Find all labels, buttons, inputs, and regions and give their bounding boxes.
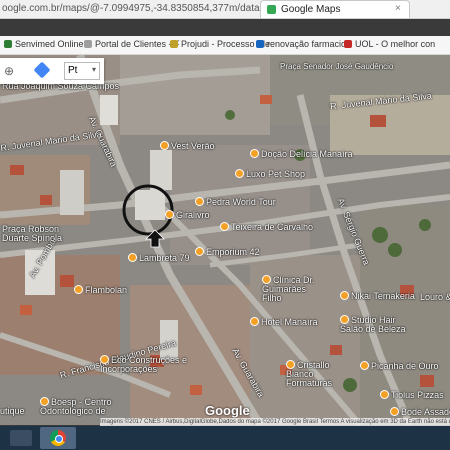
map-pin-icon: [74, 285, 83, 294]
map-pin-icon: [220, 222, 229, 231]
place-label[interactable]: Tiolus Pizzas: [380, 390, 444, 400]
bookmarks-bar: Senvimed Online Portal de Clientes - F P…: [0, 36, 450, 55]
tab-title: Google Maps: [281, 4, 341, 15]
map-pin-icon: [360, 361, 369, 370]
map-pin-icon: [195, 247, 204, 256]
place-label[interactable]: Nikai Temakeria: [340, 291, 415, 301]
map-pin-icon: [380, 390, 389, 399]
google-maps-icon: [267, 5, 276, 14]
place-label[interactable]: Giralivro: [165, 210, 210, 220]
bookmark-portal-clientes[interactable]: Portal de Clientes - F: [84, 39, 180, 49]
map-pin-icon: [40, 397, 49, 406]
map-pin-icon: [390, 407, 399, 416]
place-label[interactable]: Bode Assado: [390, 407, 450, 417]
place-label[interactable]: Studio Hair Salão de Beleza: [340, 315, 410, 334]
place-label: Louro &: [420, 292, 450, 302]
place-label[interactable]: Emporium 42: [195, 247, 260, 257]
chrome-icon[interactable]: [40, 427, 76, 449]
map-pin-icon: [286, 360, 295, 369]
map-pin-icon: [100, 355, 109, 364]
zoom-button[interactable]: ⊕: [4, 64, 14, 78]
close-tab-icon[interactable]: ×: [395, 3, 401, 14]
chevron-down-icon: ▾: [91, 65, 96, 74]
place-label[interactable]: Picanha de Ouro: [360, 361, 439, 371]
place-label: Praça Robson Duarte Spínola: [2, 224, 63, 243]
place-label[interactable]: Lambreta 79: [128, 253, 190, 263]
map-pin-icon: [235, 169, 244, 178]
language-select[interactable]: Pt ▾: [64, 62, 100, 80]
bookmark-favicon-icon: [170, 40, 178, 48]
place-label[interactable]: Luxo Pet Shop: [235, 169, 305, 179]
place-label[interactable]: Flambolan: [74, 285, 127, 295]
map-pin-icon: [340, 315, 349, 324]
map-pin-icon: [195, 197, 204, 206]
bookmark-favicon-icon: [4, 40, 12, 48]
place-label[interactable]: Pedra World Tour: [195, 197, 276, 207]
windows-taskbar: [0, 426, 450, 450]
satellite-map[interactable]: Rua Joaquim Souza Campos Av. Guarabira R…: [0, 55, 450, 425]
bookmark-favicon-icon: [256, 40, 264, 48]
browser-tab-strip: oogle.com.br/maps/@-7.0994975,-34.835085…: [0, 0, 450, 19]
place-label[interactable]: Teixeira de Carvalho: [220, 222, 313, 232]
map-pin-icon: [165, 210, 174, 219]
place-label[interactable]: Eco Construções e Incorporações: [100, 355, 190, 374]
language-value: Pt: [68, 65, 78, 76]
taskbar-app-icon[interactable]: [10, 430, 32, 446]
bookmark-renovacao[interactable]: renovação farmacio: [256, 39, 346, 49]
place-label[interactable]: Cristallo Bianco Formaturas: [286, 360, 356, 388]
map-controls-box: ⊕ Pt ▾: [0, 58, 104, 84]
place-label: utique: [0, 406, 25, 416]
google-logo: Google: [205, 403, 250, 418]
place-label[interactable]: Hotel Manaíra: [250, 317, 318, 327]
map-pin-icon: [128, 253, 137, 262]
place-label[interactable]: Clínica Dr. Guimarães Filho: [262, 275, 322, 303]
place-label: Praça Senador José Gaudêncio: [280, 62, 394, 71]
bookmark-favicon-icon: [84, 40, 92, 48]
bookmark-favicon-icon: [344, 40, 352, 48]
map-pin-icon: [250, 317, 259, 326]
map-pin-icon: [262, 275, 271, 284]
map-pin-icon: [340, 291, 349, 300]
map-pin-icon: [160, 141, 169, 150]
place-label[interactable]: Boesp - Centro Odontológico de: [40, 397, 120, 416]
bookmark-uol[interactable]: UOL - O melhor con: [344, 39, 435, 49]
bookmark-senvimed[interactable]: Senvimed Online: [4, 39, 84, 49]
directions-icon[interactable]: [33, 61, 51, 79]
map-attribution[interactable]: Imagens ©2017 CNES / Airbus,DigitalGlobe…: [100, 418, 450, 426]
map-pin-icon: [250, 149, 259, 158]
place-label[interactable]: Doção Delícia Manaíra: [250, 149, 353, 159]
tab-google-maps[interactable]: Google Maps ×: [260, 0, 410, 18]
place-label[interactable]: Vest Verão: [160, 141, 215, 151]
